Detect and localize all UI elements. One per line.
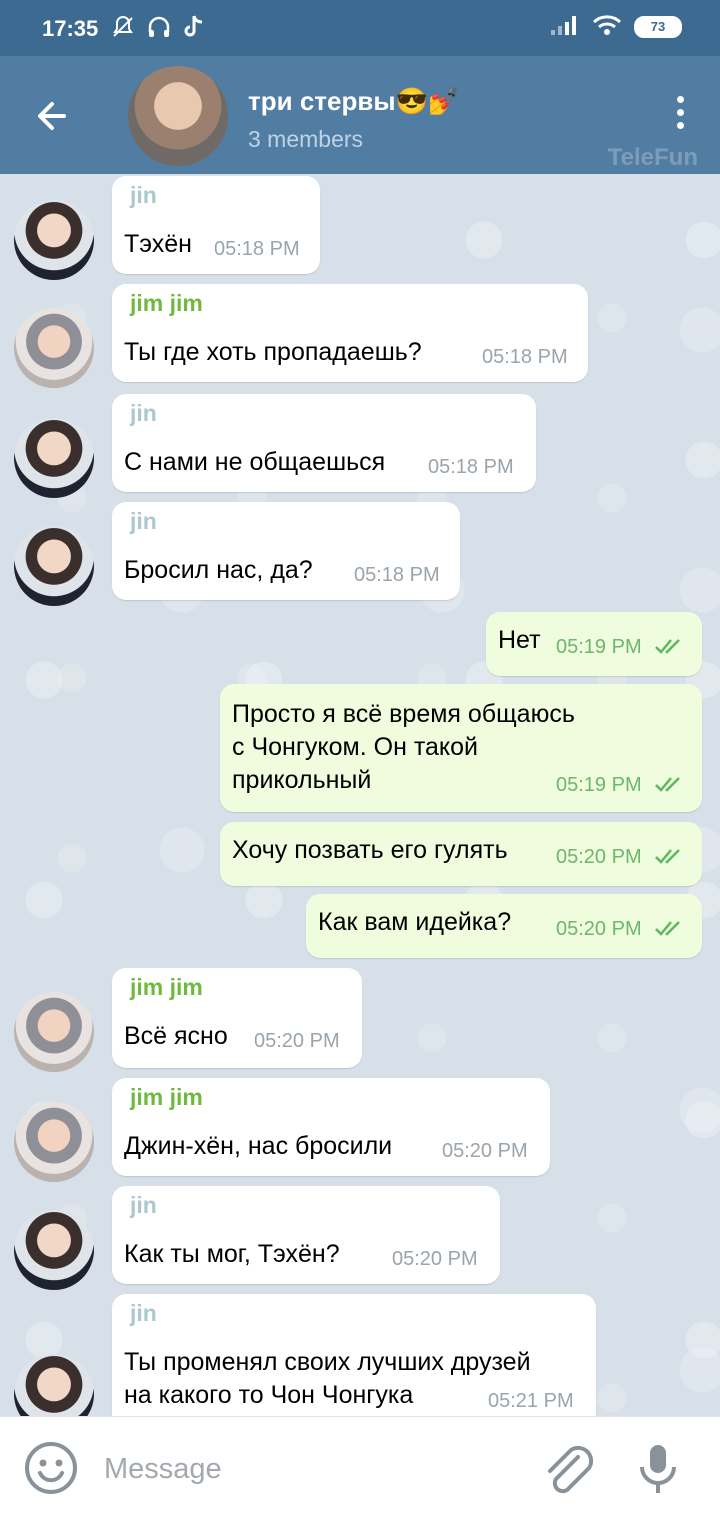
message-bubble[interactable]: jin Ты променял своих лучших друзей на к… <box>112 1294 596 1416</box>
message-text: Бросил нас, да? <box>124 556 313 584</box>
message-time: 05:19 PM <box>556 774 642 796</box>
message-text: Джин-хён, нас бросили <box>124 1132 393 1160</box>
message-bubble-outgoing[interactable]: Как вам идейка? 05:20 PM <box>306 894 702 958</box>
sender-name: jin <box>130 400 157 426</box>
message-text: С нами не общаешься <box>124 448 386 476</box>
more-menu-icon[interactable] <box>670 96 690 136</box>
avatar[interactable] <box>14 1354 94 1416</box>
sender-name: jim jim <box>130 974 203 1000</box>
message-list[interactable]: jin Тэхён 05:18 PM jim jim Ты где хоть п… <box>0 174 720 1416</box>
read-checkmarks-icon <box>655 849 680 864</box>
sender-name: jin <box>130 1192 157 1218</box>
attach-icon[interactable] <box>538 1439 594 1499</box>
avatar[interactable] <box>14 1102 94 1182</box>
avatar[interactable] <box>14 418 94 498</box>
message-bubble[interactable]: jim jim Джин-хён, нас бросили 05:20 PM <box>112 1078 550 1176</box>
message-text: Как ты мог, Тэхён? <box>124 1240 340 1268</box>
message-time: 05:20 PM <box>392 1248 478 1270</box>
battery-icon: 73 <box>634 16 682 38</box>
message-time: 05:18 PM <box>482 346 568 368</box>
message-time: 05:19 PM <box>556 636 642 658</box>
message-bubble[interactable]: jim jim Всё ясно 05:20 PM <box>112 968 362 1068</box>
read-checkmarks-icon <box>655 921 680 936</box>
message-input[interactable]: Message <box>104 1453 222 1486</box>
message-bubble-outgoing[interactable]: Просто я всё время общаюсь с Чонгуком. О… <box>220 684 702 812</box>
message-time: 05:18 PM <box>354 564 440 586</box>
message-time: 05:20 PM <box>254 1030 340 1052</box>
read-checkmarks-icon <box>655 639 680 654</box>
message-bubble[interactable]: jin Бросил нас, да? 05:18 PM <box>112 502 460 600</box>
back-arrow-icon[interactable] <box>30 94 78 138</box>
message-bubble-outgoing[interactable]: Нет 05:19 PM <box>486 612 702 676</box>
message-text: Просто я всё время общаюсь с Чонгуком. О… <box>232 700 575 794</box>
tiktok-icon <box>182 14 206 44</box>
sender-name: jin <box>130 508 157 534</box>
sender-name: jin <box>130 182 157 208</box>
sender-name: jin <box>130 1300 157 1326</box>
message-bubble[interactable]: jim jim Ты где хоть пропадаешь? 05:18 PM <box>112 284 588 382</box>
message-text: Ты променял своих лучших друзей на каког… <box>124 1348 531 1409</box>
message-bubble[interactable]: jin Как ты мог, Тэхён? 05:20 PM <box>112 1186 500 1284</box>
message-time: 05:21 PM <box>488 1390 574 1412</box>
message-time: 05:18 PM <box>214 238 300 260</box>
mute-icon <box>110 14 136 44</box>
message-bubble[interactable]: jin Тэхён 05:18 PM <box>112 176 320 274</box>
avatar[interactable] <box>14 526 94 606</box>
message-text: Как вам идейка? <box>318 908 512 936</box>
status-time: 17:35 <box>42 16 99 41</box>
headset-icon <box>146 14 172 44</box>
message-time: 05:20 PM <box>556 846 642 868</box>
emoji-icon[interactable] <box>24 1441 78 1495</box>
microphone-icon[interactable] <box>636 1439 680 1499</box>
message-bubble[interactable]: jin С нами не общаешься 05:18 PM <box>112 394 536 492</box>
message-text: Нет <box>498 626 541 654</box>
avatar[interactable] <box>14 992 94 1072</box>
avatar[interactable] <box>14 1210 94 1290</box>
read-checkmarks-icon <box>655 777 680 792</box>
watermark: TeleFun <box>607 144 698 171</box>
message-text: Всё ясно <box>124 1022 228 1050</box>
message-time: 05:18 PM <box>428 456 514 478</box>
sender-name: jim jim <box>130 1084 203 1110</box>
chat-title[interactable]: три стервы😎💅 <box>248 86 460 117</box>
chat-header: три стервы😎💅 3 members TeleFun <box>0 56 720 174</box>
message-text: Хочу позвать его гулять <box>232 836 508 864</box>
signal-icon <box>550 14 580 40</box>
avatar[interactable] <box>14 200 94 280</box>
status-bar: 17:35 73 <box>0 0 720 56</box>
message-bubble-outgoing[interactable]: Хочу позвать его гулять 05:20 PM <box>220 822 702 886</box>
sender-name: jim jim <box>130 290 203 316</box>
message-text: Ты где хоть пропадаешь? <box>124 338 422 366</box>
avatar[interactable] <box>14 308 94 388</box>
wifi-icon <box>592 14 622 40</box>
member-count: 3 members <box>248 126 364 152</box>
group-avatar[interactable] <box>128 66 228 166</box>
message-time: 05:20 PM <box>442 1140 528 1162</box>
message-text: Тэхён <box>124 230 192 258</box>
message-time: 05:20 PM <box>556 918 642 940</box>
message-composer: Message <box>0 1416 720 1521</box>
